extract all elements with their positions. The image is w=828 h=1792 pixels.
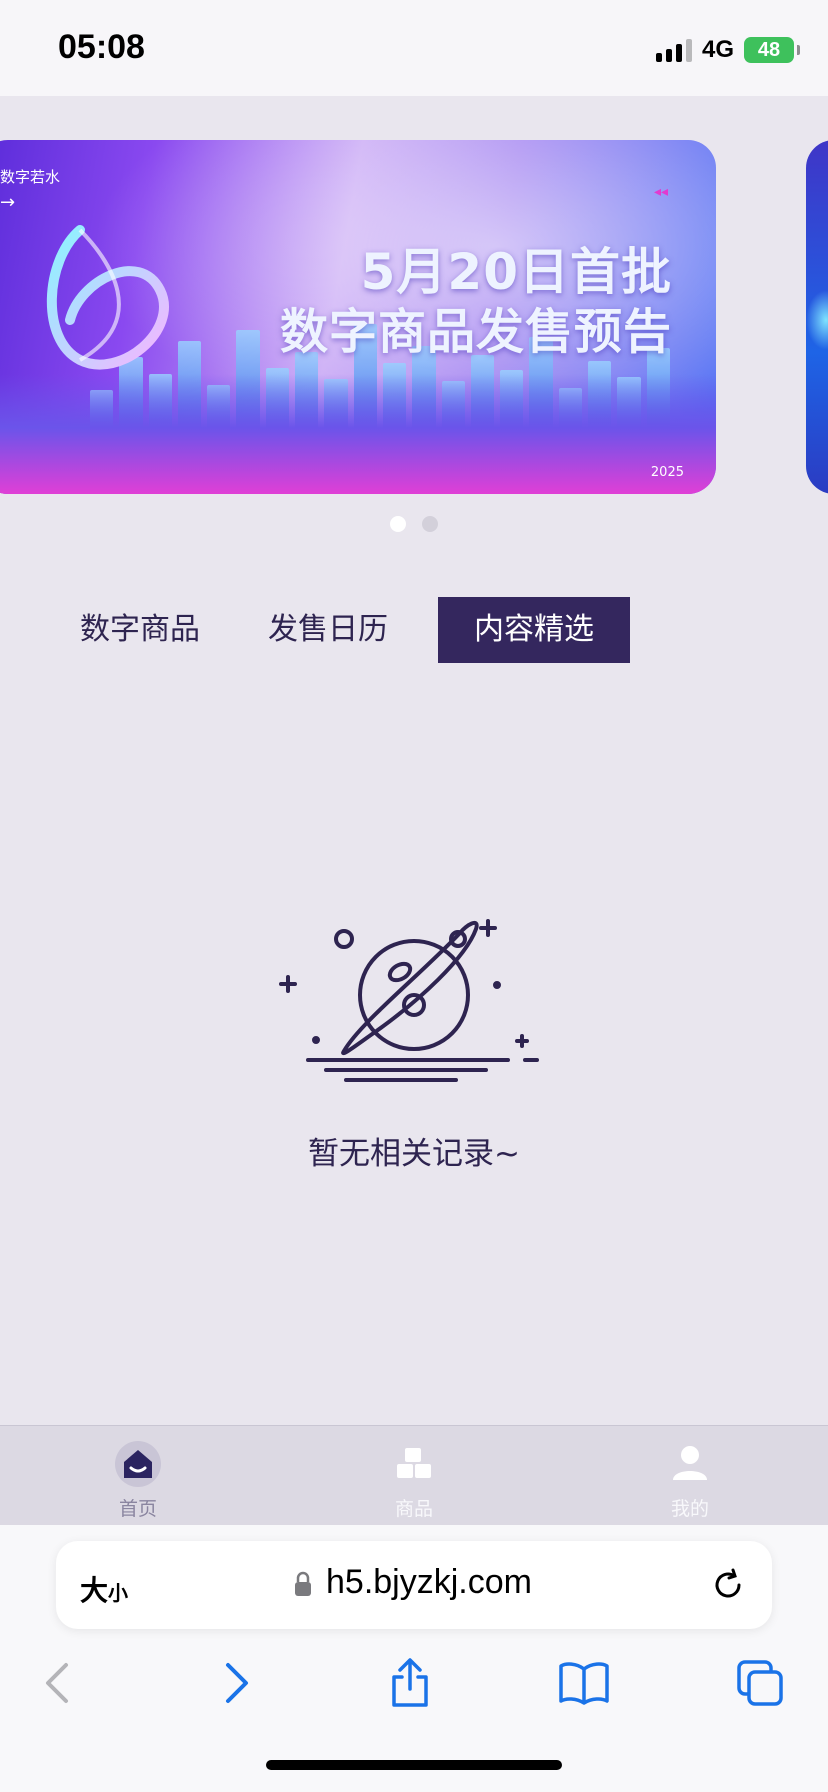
text-size-large: 大 — [80, 1574, 109, 1607]
battery-level: 48 — [757, 38, 781, 61]
nav-home[interactable]: 首页 — [68, 1426, 208, 1526]
brand-logo-icon — [46, 225, 169, 370]
status-indicators: 4G 48 — [655, 36, 800, 64]
browser-chrome: 大小 h5.bjyzkj.com — [0, 1525, 828, 1792]
carousel-dot-2[interactable] — [422, 516, 438, 532]
nav-profile-label: 我的 — [670, 1498, 709, 1520]
banner-brand: 数字若水 — [0, 168, 61, 186]
network-type: 4G — [701, 36, 734, 63]
arrow-right-icon: → — [0, 192, 16, 213]
empty-state-message: 暂无相关记录~ — [308, 1136, 520, 1172]
status-time: 05:08 — [58, 28, 145, 66]
text-size-button[interactable]: 大小 — [80, 1569, 128, 1609]
planet-icon — [279, 919, 539, 1082]
products-icon — [397, 1448, 431, 1478]
address-bar[interactable]: 大小 h5.bjyzkj.com — [56, 1541, 772, 1629]
banner-pager-icon: ◂◂ — [653, 184, 668, 200]
banner-year: 2025 — [650, 465, 684, 480]
back-icon[interactable] — [28, 1653, 88, 1713]
nav-home-label: 首页 — [118, 1498, 157, 1520]
banner-wave — [0, 374, 716, 494]
carousel-dots — [0, 516, 828, 532]
nav-profile[interactable]: 我的 — [620, 1426, 760, 1526]
battery-icon: 48 — [744, 37, 800, 63]
banner-title-line2: 数字商品发售预告 — [279, 304, 672, 360]
tab-release-calendar[interactable]: 发售日历 — [250, 597, 406, 663]
content-tabs: 数字商品 发售日历 内容精选 — [62, 597, 630, 663]
home-icon — [115, 1441, 161, 1487]
tab-digital-goods[interactable]: 数字商品 — [62, 597, 218, 663]
carousel-dot-1[interactable] — [390, 516, 406, 532]
browser-toolbar — [0, 1653, 828, 1723]
nav-products-label: 商品 — [394, 1498, 433, 1520]
app-bottom-nav: 首页 商品 我的 — [0, 1425, 828, 1525]
home-indicator[interactable] — [266, 1760, 562, 1770]
promo-banner[interactable]: 数字若水 → ◂◂ 5月20日首批 数字商品发售预告 2025 — [0, 140, 716, 494]
lock-icon — [295, 1571, 311, 1596]
nav-products[interactable]: 商品 — [344, 1426, 484, 1526]
forward-icon[interactable] — [206, 1653, 266, 1713]
status-bar: 05:08 4G 48 — [0, 0, 828, 96]
next-banner-peek[interactable] — [806, 140, 828, 494]
url-text: h5.bjyzkj.com — [326, 1563, 532, 1601]
profile-icon — [673, 1446, 707, 1480]
reload-icon[interactable] — [708, 1565, 748, 1605]
text-size-small: 小 — [108, 1581, 129, 1605]
tab-featured-content[interactable]: 内容精选 — [438, 597, 630, 663]
share-icon[interactable] — [380, 1653, 440, 1713]
tabs-icon[interactable] — [730, 1653, 790, 1713]
signal-icon — [655, 38, 692, 62]
bookmarks-icon[interactable] — [554, 1653, 614, 1713]
